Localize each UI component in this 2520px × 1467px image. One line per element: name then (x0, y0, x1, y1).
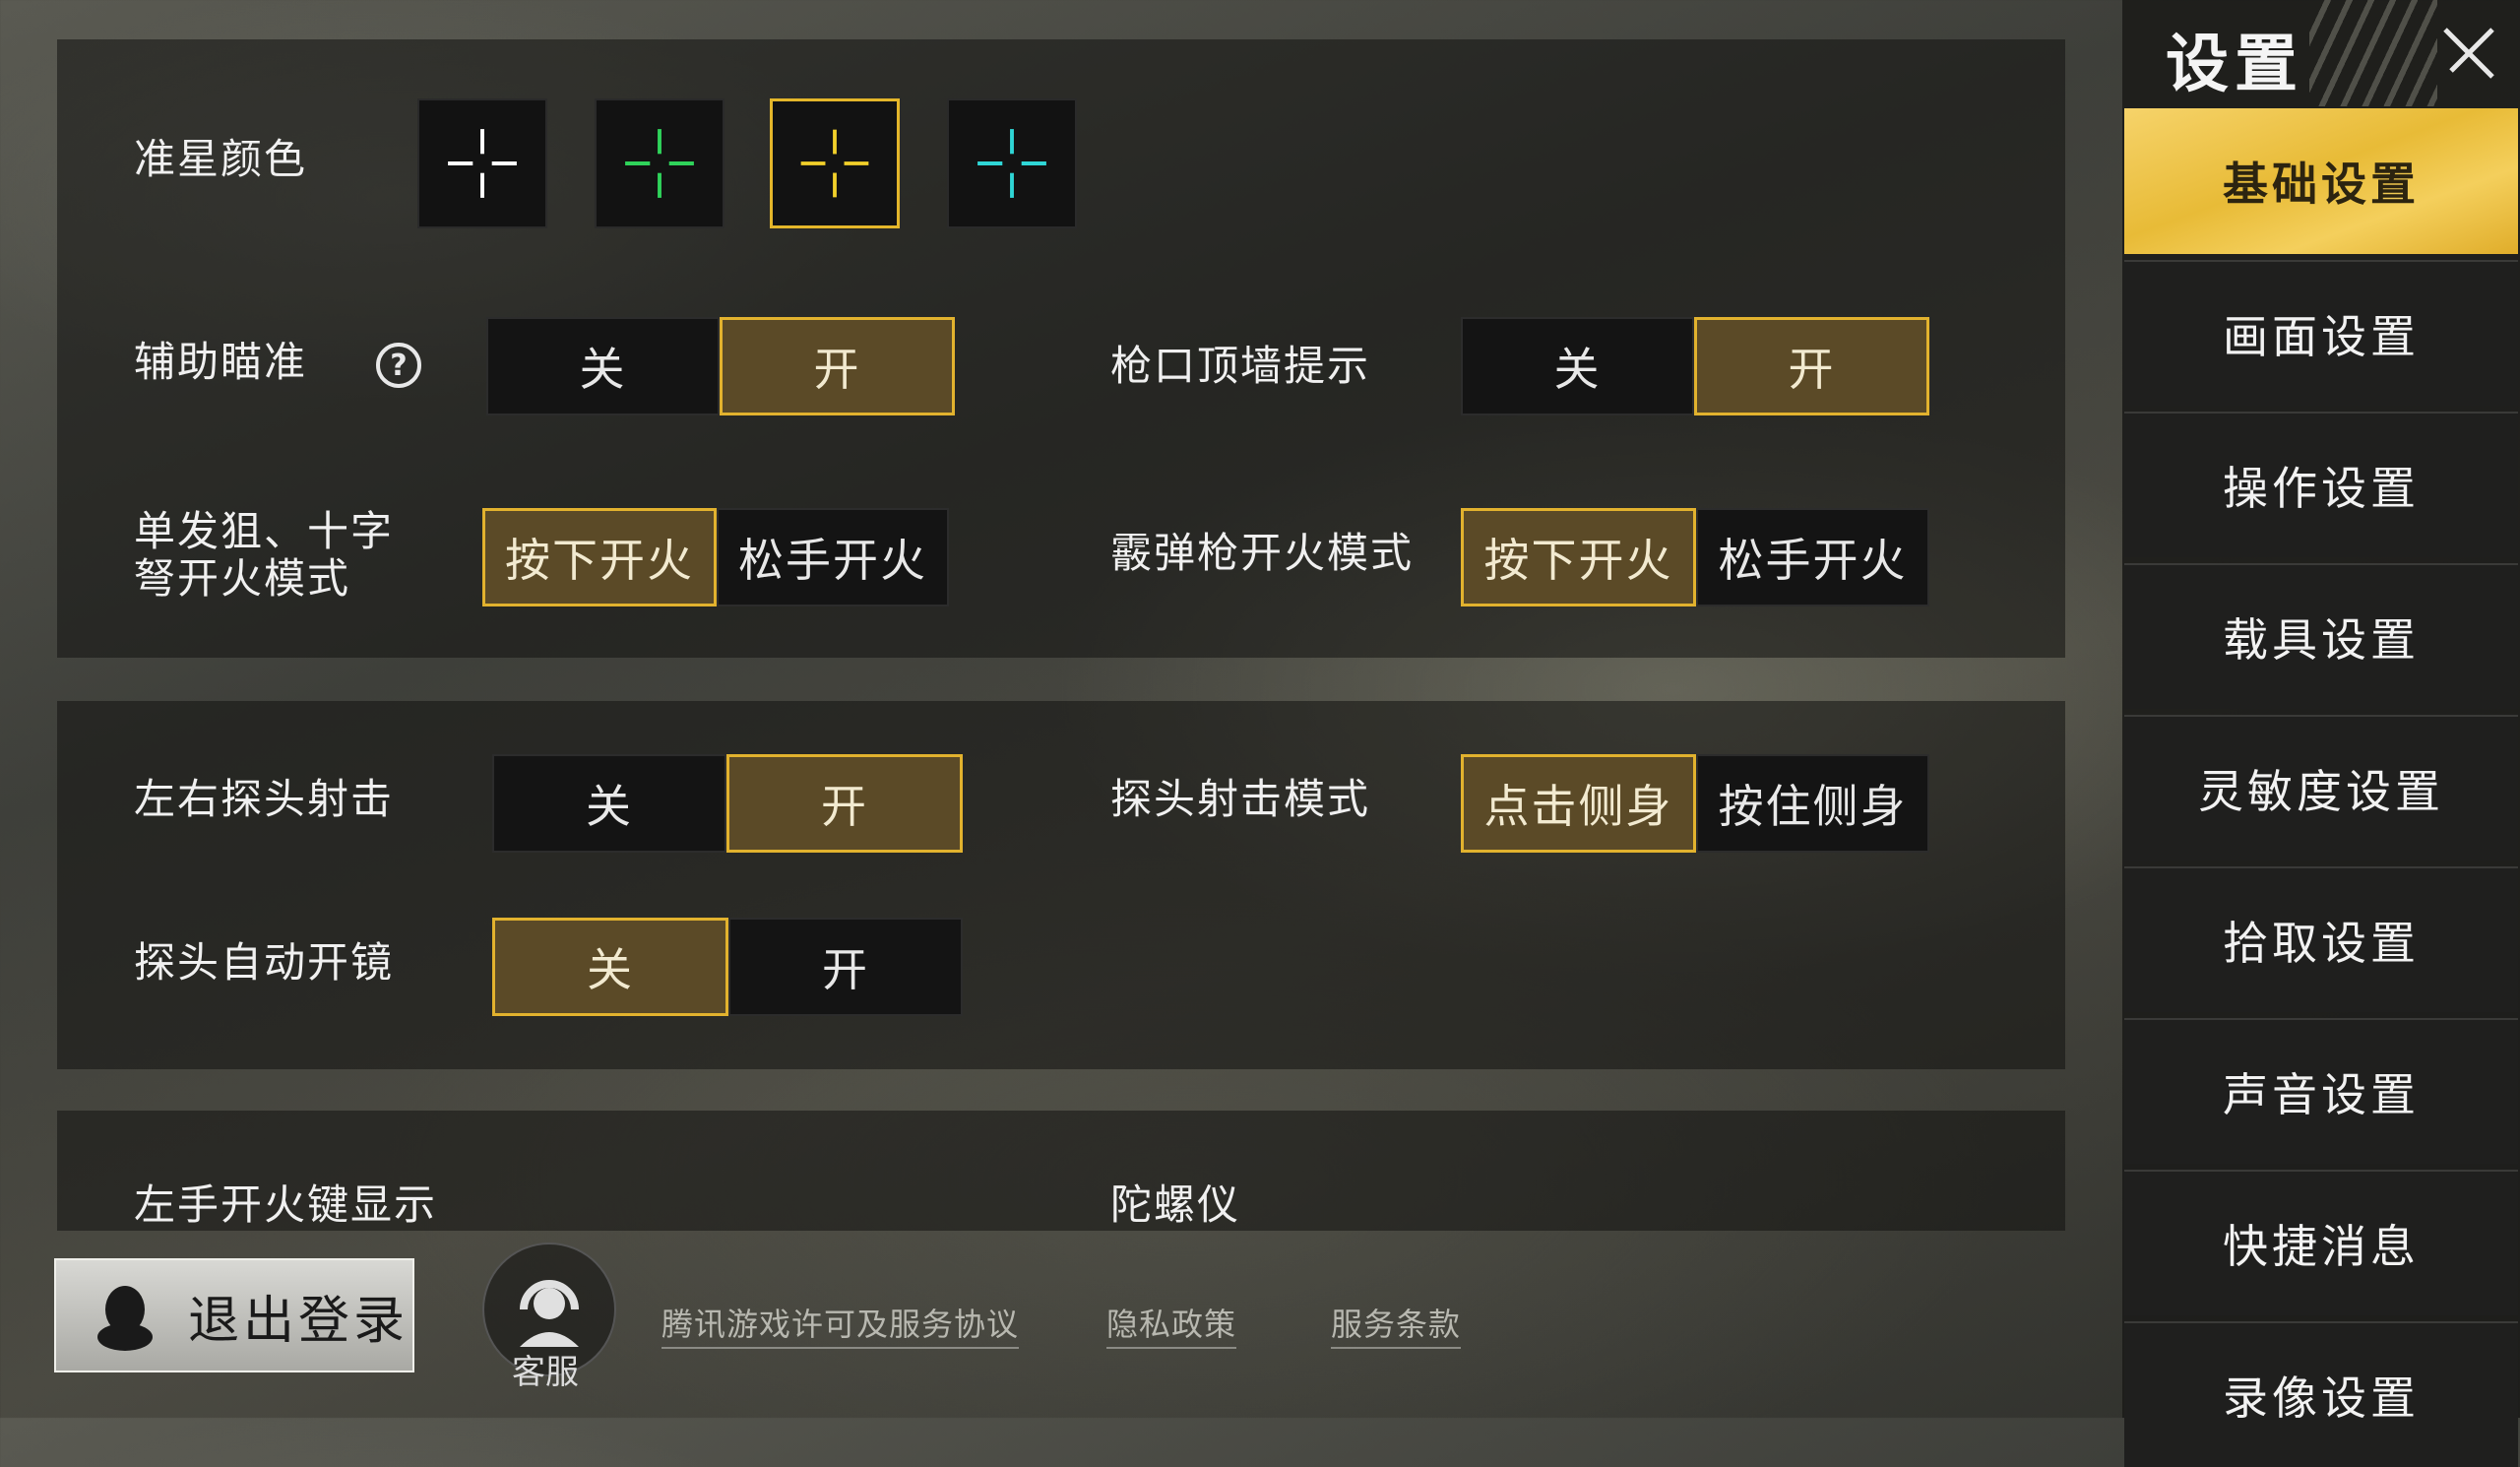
peek-fire-on[interactable]: 开 (726, 754, 963, 853)
crosshair-icon (448, 129, 517, 198)
crosshair-color-green[interactable] (595, 98, 724, 228)
crosshair-icon (800, 129, 869, 198)
crosshair-icon (625, 129, 694, 198)
sidebar-item-8[interactable]: 录像设置 (2124, 1321, 2518, 1467)
settings-title: 设置 (2166, 29, 2303, 101)
sidebar-item-4[interactable]: 灵敏度设置 (2124, 715, 2518, 861)
settings-sidebar: 设置 基础设置 画面设置 操作设置 载具设置 灵敏度设置 拾取设置 声音设置 快捷消息 录像设置 (2122, 0, 2520, 1467)
muzzle-wall-hint-toggle[interactable]: 关 开 (1461, 317, 1929, 415)
sniper-release-fire[interactable]: 松手开火 (717, 508, 949, 606)
logout-label: 退出登录 (188, 1291, 410, 1351)
aim-assist-label: 辅助瞄准 (134, 338, 308, 386)
sniper-press-fire[interactable]: 按下开火 (482, 508, 717, 606)
peek-fire-toggle[interactable]: 关 开 (492, 754, 963, 853)
muzzle-wall-hint-off[interactable]: 关 (1461, 317, 1694, 415)
peek-hold-lean[interactable]: 按住侧身 (1696, 754, 1929, 853)
crosshair-color-white[interactable] (417, 98, 547, 228)
crosshair-color-yellow[interactable] (770, 98, 900, 228)
privacy-policy-link[interactable]: 隐私政策 (1106, 1300, 1237, 1349)
peek-auto-scope-on[interactable]: 开 (728, 918, 963, 1016)
license-agreement-link[interactable]: 腾讯游戏许可及服务协议 (662, 1300, 1020, 1349)
sidebar-item-7[interactable]: 快捷消息 (2124, 1170, 2518, 1315)
sniper-fire-mode-label: 单发狙、十字弩开火模式 (134, 507, 395, 604)
sidebar-item-6[interactable]: 声音设置 (2124, 1018, 2518, 1164)
sidebar-item-1[interactable]: 画面设置 (2124, 260, 2518, 406)
shotgun-release-fire[interactable]: 松手开火 (1696, 508, 1929, 606)
peek-auto-scope-label: 探头自动开镜 (134, 938, 395, 987)
sidebar-item-2[interactable]: 操作设置 (2124, 412, 2518, 557)
sidebar-item-0[interactable]: 基础设置 (2124, 108, 2518, 254)
peek-fire-off[interactable]: 关 (492, 754, 726, 853)
sidebar-item-5[interactable]: 拾取设置 (2124, 866, 2518, 1012)
sidebar-item-3[interactable]: 载具设置 (2124, 563, 2518, 709)
gyroscope-label: 陀螺仪 (1110, 1180, 1241, 1229)
peek-fire-label: 左右探头射击 (134, 775, 395, 823)
muzzle-wall-hint-label: 枪口顶墙提示 (1110, 342, 1371, 390)
shotgun-press-fire[interactable]: 按下开火 (1461, 508, 1696, 606)
shotgun-fire-mode-label: 霰弹枪开火模式 (1110, 529, 1415, 577)
peek-auto-scope-off[interactable]: 关 (492, 918, 728, 1016)
peek-auto-scope-toggle[interactable]: 关 开 (492, 918, 963, 1016)
customer-service-label: 客服 (512, 1353, 579, 1392)
crosshair-color-cyan[interactable] (947, 98, 1077, 228)
aim-assist-toggle[interactable]: 关 开 (486, 317, 955, 415)
close-button[interactable] (2418, 0, 2520, 106)
help-icon[interactable]: ? (376, 343, 421, 388)
crosshair-color-label: 准星颜色 (134, 135, 308, 183)
crosshair-icon (977, 129, 1046, 198)
peek-mode-toggle[interactable]: 点击侧身 按住侧身 (1461, 754, 1929, 853)
logout-button[interactable]: 退出登录 (54, 1258, 414, 1372)
terms-of-service-link[interactable]: 服务条款 (1331, 1300, 1462, 1349)
aim-assist-on[interactable]: 开 (720, 317, 955, 415)
peek-mode-label: 探头射击模式 (1110, 775, 1371, 823)
shotgun-fire-mode-toggle[interactable]: 按下开火 松手开火 (1461, 508, 1929, 606)
qq-penguin-icon (97, 1286, 153, 1351)
aim-assist-off[interactable]: 关 (486, 317, 720, 415)
muzzle-wall-hint-on[interactable]: 开 (1694, 317, 1929, 415)
sniper-fire-mode-toggle[interactable]: 按下开火 松手开火 (482, 508, 949, 606)
left-fire-button-label: 左手开火键显示 (134, 1180, 438, 1229)
peek-tap-lean[interactable]: 点击侧身 (1461, 754, 1696, 853)
close-icon (2443, 28, 2494, 79)
